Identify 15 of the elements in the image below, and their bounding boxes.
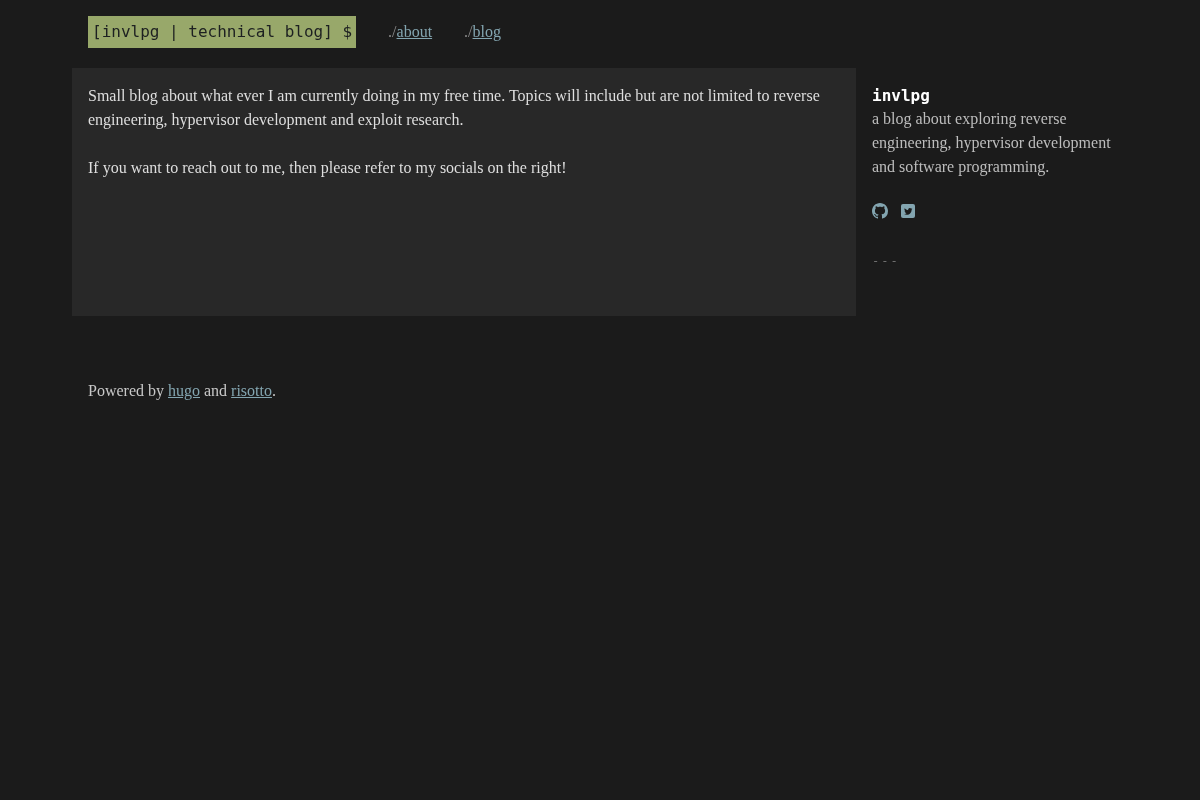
paragraph: Small blog about what ever I am currently doing in my free time. Topics will include but are not limited to reverse engineering, hypervisor development and exploit research. [88, 86, 821, 131]
paragraph: If you want to reach out to me, then please refer to my socials on the right! [88, 158, 568, 179]
footer-link[interactable]: risotto [231, 382, 272, 399]
cat-logo-icon[interactable] [872, 203, 888, 219]
sidebar-title: invlpg [872, 85, 931, 107]
nav-link[interactable]: blog [472, 23, 501, 40]
footer-text: Powered by hugo and risotto. [88, 381, 277, 402]
nav-link[interactable]: about [396, 23, 433, 40]
path-prefix: ./ [464, 23, 473, 40]
footer-link[interactable]: hugo [168, 382, 200, 399]
site-logo[interactable]: [invlpg | technical blog] $ [88, 16, 357, 48]
bird-square-icon[interactable] [900, 203, 916, 219]
path-prefix: ./ [388, 23, 397, 40]
sidebar-description: a blog about exploring reverse engineering, hypervisor development and software programming. [872, 109, 1112, 178]
separator-dashes: --- [872, 253, 901, 270]
